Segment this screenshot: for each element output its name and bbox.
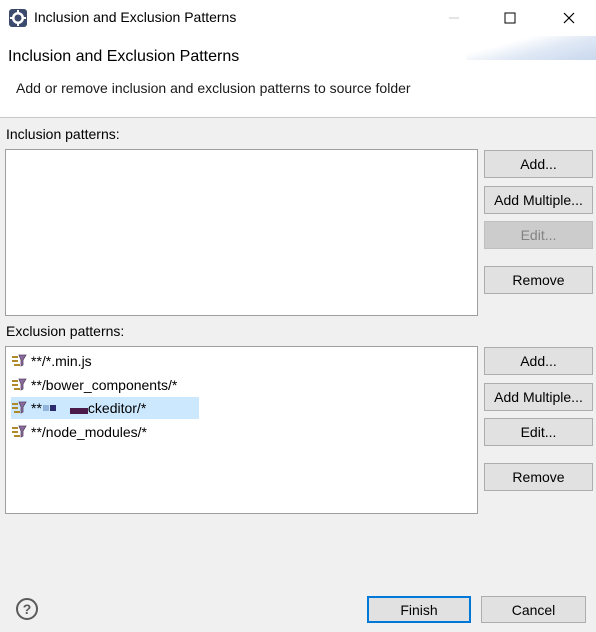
- inclusion-patterns-list[interactable]: [5, 149, 478, 316]
- exclusion-list-item[interactable]: **/node_modules/*: [11, 421, 151, 443]
- exclusion-filter-icon: [12, 354, 27, 367]
- exclusion-patterns-list[interactable]: **/*.min.js **/bower_components/* ** cke…: [5, 346, 478, 514]
- exclusion-pattern-text-suffix: ckeditor/*: [87, 400, 147, 416]
- dialog-description: Add or remove inclusion and exclusion pa…: [16, 80, 411, 96]
- exclusion-patterns-label: Exclusion patterns:: [6, 323, 125, 339]
- help-icon[interactable]: ?: [16, 598, 38, 620]
- exclusion-edit-button[interactable]: Edit...: [484, 418, 593, 446]
- exclusion-add-multiple-button[interactable]: Add Multiple...: [484, 383, 593, 411]
- exclusion-list-item[interactable]: **/bower_components/*: [11, 374, 181, 396]
- inclusion-remove-button[interactable]: Remove: [484, 266, 593, 294]
- exclusion-pattern-text: **: [31, 400, 42, 416]
- exclusion-pattern-text: **/node_modules/*: [31, 424, 147, 440]
- exclusion-filter-icon: [12, 401, 27, 414]
- exclusion-remove-button[interactable]: Remove: [484, 463, 593, 491]
- close-icon: [563, 12, 575, 24]
- exclusion-list-item[interactable]: **/*.min.js: [11, 350, 96, 372]
- inclusion-add-button[interactable]: Add...: [484, 150, 593, 178]
- exclusion-add-button[interactable]: Add...: [484, 347, 593, 375]
- inclusion-add-multiple-button[interactable]: Add Multiple...: [484, 186, 593, 214]
- redacted-segment: [69, 408, 88, 414]
- window-title: Inclusion and Exclusion Patterns: [34, 9, 237, 25]
- cancel-button[interactable]: Cancel: [481, 596, 586, 623]
- exclusion-pattern-text: **/*.min.js: [31, 353, 92, 369]
- exclusion-list-item-selected[interactable]: ** ckeditor/*: [11, 397, 199, 419]
- inclusion-edit-button[interactable]: Edit...: [484, 221, 593, 249]
- dialog-title: Inclusion and Exclusion Patterns: [8, 48, 240, 65]
- dialog-header: Inclusion and Exclusion Patterns Add or …: [0, 36, 596, 118]
- exclusion-pattern-text: **/bower_components/*: [31, 377, 178, 393]
- redacted-gap: [56, 405, 70, 411]
- close-button[interactable]: [546, 0, 592, 36]
- exclusion-filter-icon: [12, 378, 27, 391]
- minimize-icon: [449, 17, 459, 19]
- eclipse-gear-icon: [9, 9, 27, 27]
- maximize-button[interactable]: [487, 0, 533, 36]
- inclusion-patterns-label: Inclusion patterns:: [6, 126, 120, 142]
- minimize-button[interactable]: [431, 0, 477, 36]
- header-decoration: [466, 36, 596, 60]
- exclusion-filter-icon: [12, 425, 27, 438]
- maximize-icon: [504, 12, 516, 24]
- title-bar: Inclusion and Exclusion Patterns: [0, 0, 596, 36]
- finish-button[interactable]: Finish: [367, 596, 471, 623]
- redacted-segment: [42, 405, 49, 411]
